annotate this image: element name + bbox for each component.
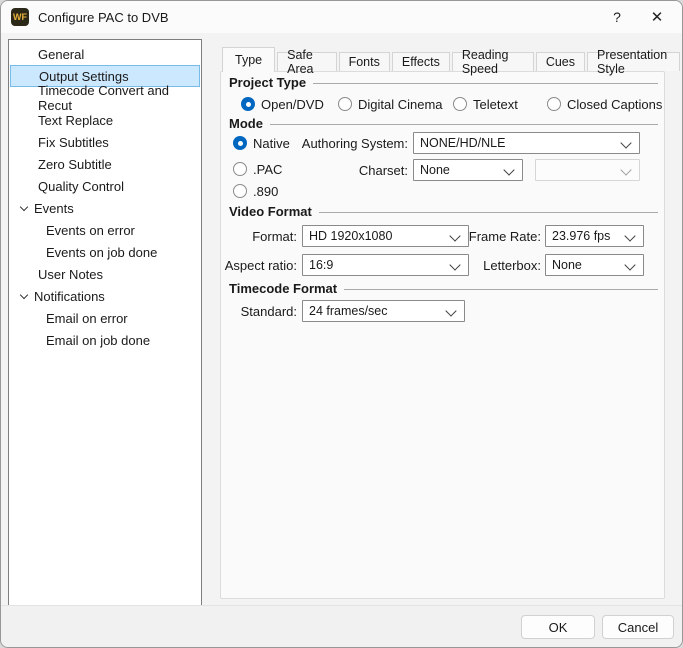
group-project-type: Project Type: [229, 75, 658, 90]
dialog-footer: OK Cancel: [1, 605, 682, 647]
sidebar-item-events[interactable]: Events: [10, 197, 200, 219]
aspect-ratio-select[interactable]: 16:9: [302, 254, 469, 276]
standard-select[interactable]: 24 frames/sec: [302, 300, 465, 322]
aspect-ratio-label: Aspect ratio:: [223, 258, 297, 273]
tab-cues[interactable]: Cues: [536, 52, 585, 71]
radio-teletext[interactable]: Teletext: [453, 96, 518, 112]
radio-button-icon[interactable]: [233, 162, 247, 176]
radio-button-icon[interactable]: [547, 97, 561, 111]
radio-button-icon[interactable]: [233, 136, 247, 150]
radio-890[interactable]: .890: [233, 183, 278, 199]
radio-button-icon[interactable]: [453, 97, 467, 111]
group-title: Project Type: [229, 75, 306, 90]
close-button[interactable]: ✕: [637, 1, 677, 33]
cancel-button[interactable]: Cancel: [602, 615, 674, 639]
group-timecode-format: Timecode Format: [229, 281, 658, 296]
sidebar-item-zero-subtitle[interactable]: Zero Subtitle: [10, 153, 200, 175]
radio-button-icon[interactable]: [233, 184, 247, 198]
sidebar-item-quality-control[interactable]: Quality Control: [10, 175, 200, 197]
authoring-system-select[interactable]: NONE/HD/NLE: [413, 132, 640, 154]
chevron-down-icon: [445, 305, 456, 316]
title-bar: WF Configure PAC to DVB ? ✕: [1, 1, 682, 33]
radio-button-icon[interactable]: [338, 97, 352, 111]
group-title: Video Format: [229, 204, 312, 219]
settings-nav-list: General Output Settings Timecode Convert…: [8, 39, 202, 611]
group-divider: [319, 212, 658, 213]
chevron-down-icon: [620, 164, 631, 175]
window-title: Configure PAC to DVB: [38, 10, 169, 25]
group-title: Mode: [229, 116, 263, 131]
help-button[interactable]: ?: [597, 1, 637, 33]
chevron-down-icon: [620, 137, 631, 148]
radio-closed-captions[interactable]: Closed Captions: [547, 96, 662, 112]
chevron-down-icon: [624, 230, 635, 241]
sidebar-item-notifications[interactable]: Notifications: [10, 285, 200, 307]
tab-type[interactable]: Type: [222, 47, 275, 72]
chevron-down-icon: [624, 259, 635, 270]
tab-strip: Type Safe Area Fonts Effects Reading Spe…: [222, 47, 682, 72]
group-divider: [270, 124, 658, 125]
chevron-down-icon[interactable]: [20, 202, 28, 210]
chevron-down-icon: [449, 230, 460, 241]
radio-pac[interactable]: .PAC: [233, 161, 282, 177]
chevron-down-icon: [503, 164, 514, 175]
sidebar-item-timecode-convert[interactable]: Timecode Convert and Recut: [10, 87, 200, 109]
charset-secondary-select: [535, 159, 640, 181]
group-divider: [313, 83, 658, 84]
sidebar-item-events-on-job-done[interactable]: Events on job done: [10, 241, 200, 263]
radio-native[interactable]: Native: [233, 135, 290, 151]
group-divider: [344, 289, 658, 290]
tab-effects[interactable]: Effects: [392, 52, 450, 71]
radio-open-dvd[interactable]: Open/DVD: [241, 96, 324, 112]
tab-safe-area[interactable]: Safe Area: [277, 52, 336, 71]
chevron-down-icon: [449, 259, 460, 270]
format-select[interactable]: HD 1920x1080: [302, 225, 469, 247]
dialog-window: WF Configure PAC to DVB ? ✕ General Outp…: [0, 0, 683, 648]
authoring-system-label: Authoring System:: [293, 136, 408, 151]
group-title: Timecode Format: [229, 281, 337, 296]
sidebar-item-email-on-error[interactable]: Email on error: [10, 307, 200, 329]
tab-fonts[interactable]: Fonts: [339, 52, 390, 71]
sidebar-item-fix-subtitles[interactable]: Fix Subtitles: [10, 131, 200, 153]
format-label: Format:: [231, 229, 297, 244]
radio-digital-cinema[interactable]: Digital Cinema: [338, 96, 443, 112]
letterbox-label: Letterbox:: [466, 258, 541, 273]
group-mode: Mode: [229, 116, 658, 131]
charset-label: Charset:: [331, 163, 408, 178]
sidebar-item-events-on-error[interactable]: Events on error: [10, 219, 200, 241]
frame-rate-label: Frame Rate:: [461, 229, 541, 244]
radio-button-icon[interactable]: [241, 97, 255, 111]
chevron-down-icon[interactable]: [20, 290, 28, 298]
charset-select[interactable]: None: [413, 159, 523, 181]
tab-presentation-style[interactable]: Presentation Style: [587, 52, 680, 71]
standard-label: Standard:: [231, 304, 297, 319]
ok-button[interactable]: OK: [521, 615, 595, 639]
frame-rate-select[interactable]: 23.976 fps: [545, 225, 644, 247]
tab-reading-speed[interactable]: Reading Speed: [452, 52, 534, 71]
group-video-format: Video Format: [229, 204, 658, 219]
app-icon: WF: [11, 8, 29, 26]
letterbox-select[interactable]: None: [545, 254, 644, 276]
sidebar-item-email-on-job-done[interactable]: Email on job done: [10, 329, 200, 351]
sidebar-item-general[interactable]: General: [10, 43, 200, 65]
sidebar-item-user-notes[interactable]: User Notes: [10, 263, 200, 285]
